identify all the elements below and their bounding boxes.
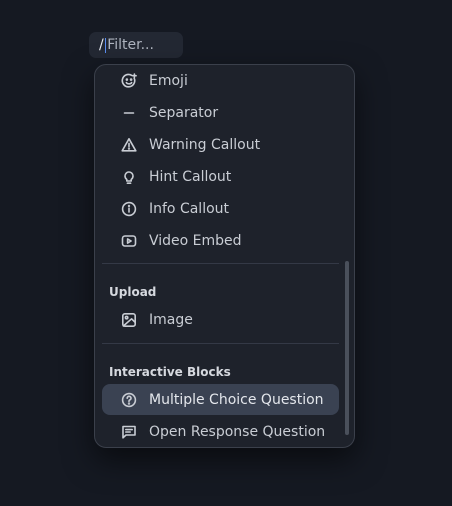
info-icon [121,201,137,217]
message-icon [121,424,137,440]
menu-item-separator[interactable]: Separator [102,97,339,128]
text-caret [104,37,107,53]
menu-item-open-response-question[interactable]: Open Response Question [102,416,339,447]
menu-item-video-embed[interactable]: Video Embed [102,225,339,256]
section-divider [102,343,339,344]
menu-item-label: Video Embed [149,232,242,249]
menu-item-label: Emoji [149,72,188,89]
menu-item-label: Image [149,311,193,328]
warning-icon [121,137,137,153]
emoji-icon [121,72,137,89]
section-title-upload: Upload [109,285,157,299]
menu-item-label: Info Callout [149,200,230,217]
filter-placeholder: Filter... [107,37,154,53]
menu-item-image[interactable]: Image [102,304,339,335]
question-circle-icon [121,392,137,408]
menu-item-multiple-choice-question[interactable]: Multiple Choice Question [102,384,339,415]
video-icon [121,233,137,249]
menu-item-label: Warning Callout [149,136,261,153]
separator-icon [121,105,137,121]
menu-item-emoji[interactable]: Emoji [102,65,339,96]
menu-item-label: Hint Callout [149,168,232,185]
menu-item-label: Open Response Question [149,423,326,440]
scrollbar[interactable] [345,261,349,435]
menu-item-label: Multiple Choice Question [149,391,324,408]
section-title-interactive-blocks: Interactive Blocks [109,365,231,379]
menu-item-info-callout[interactable]: Info Callout [102,193,339,224]
menu-item-hint-callout[interactable]: Hint Callout [102,161,339,192]
image-icon [121,312,137,328]
menu-item-label: Separator [149,104,219,121]
slash-prefix: / [99,37,104,53]
slash-command-menu: Emoji Separator Warning Callout Hint Cal… [94,64,355,448]
menu-item-warning-callout[interactable]: Warning Callout [102,129,339,160]
filter-input[interactable]: / Filter... [89,32,183,58]
section-divider [102,263,339,264]
lightbulb-icon [121,169,137,185]
